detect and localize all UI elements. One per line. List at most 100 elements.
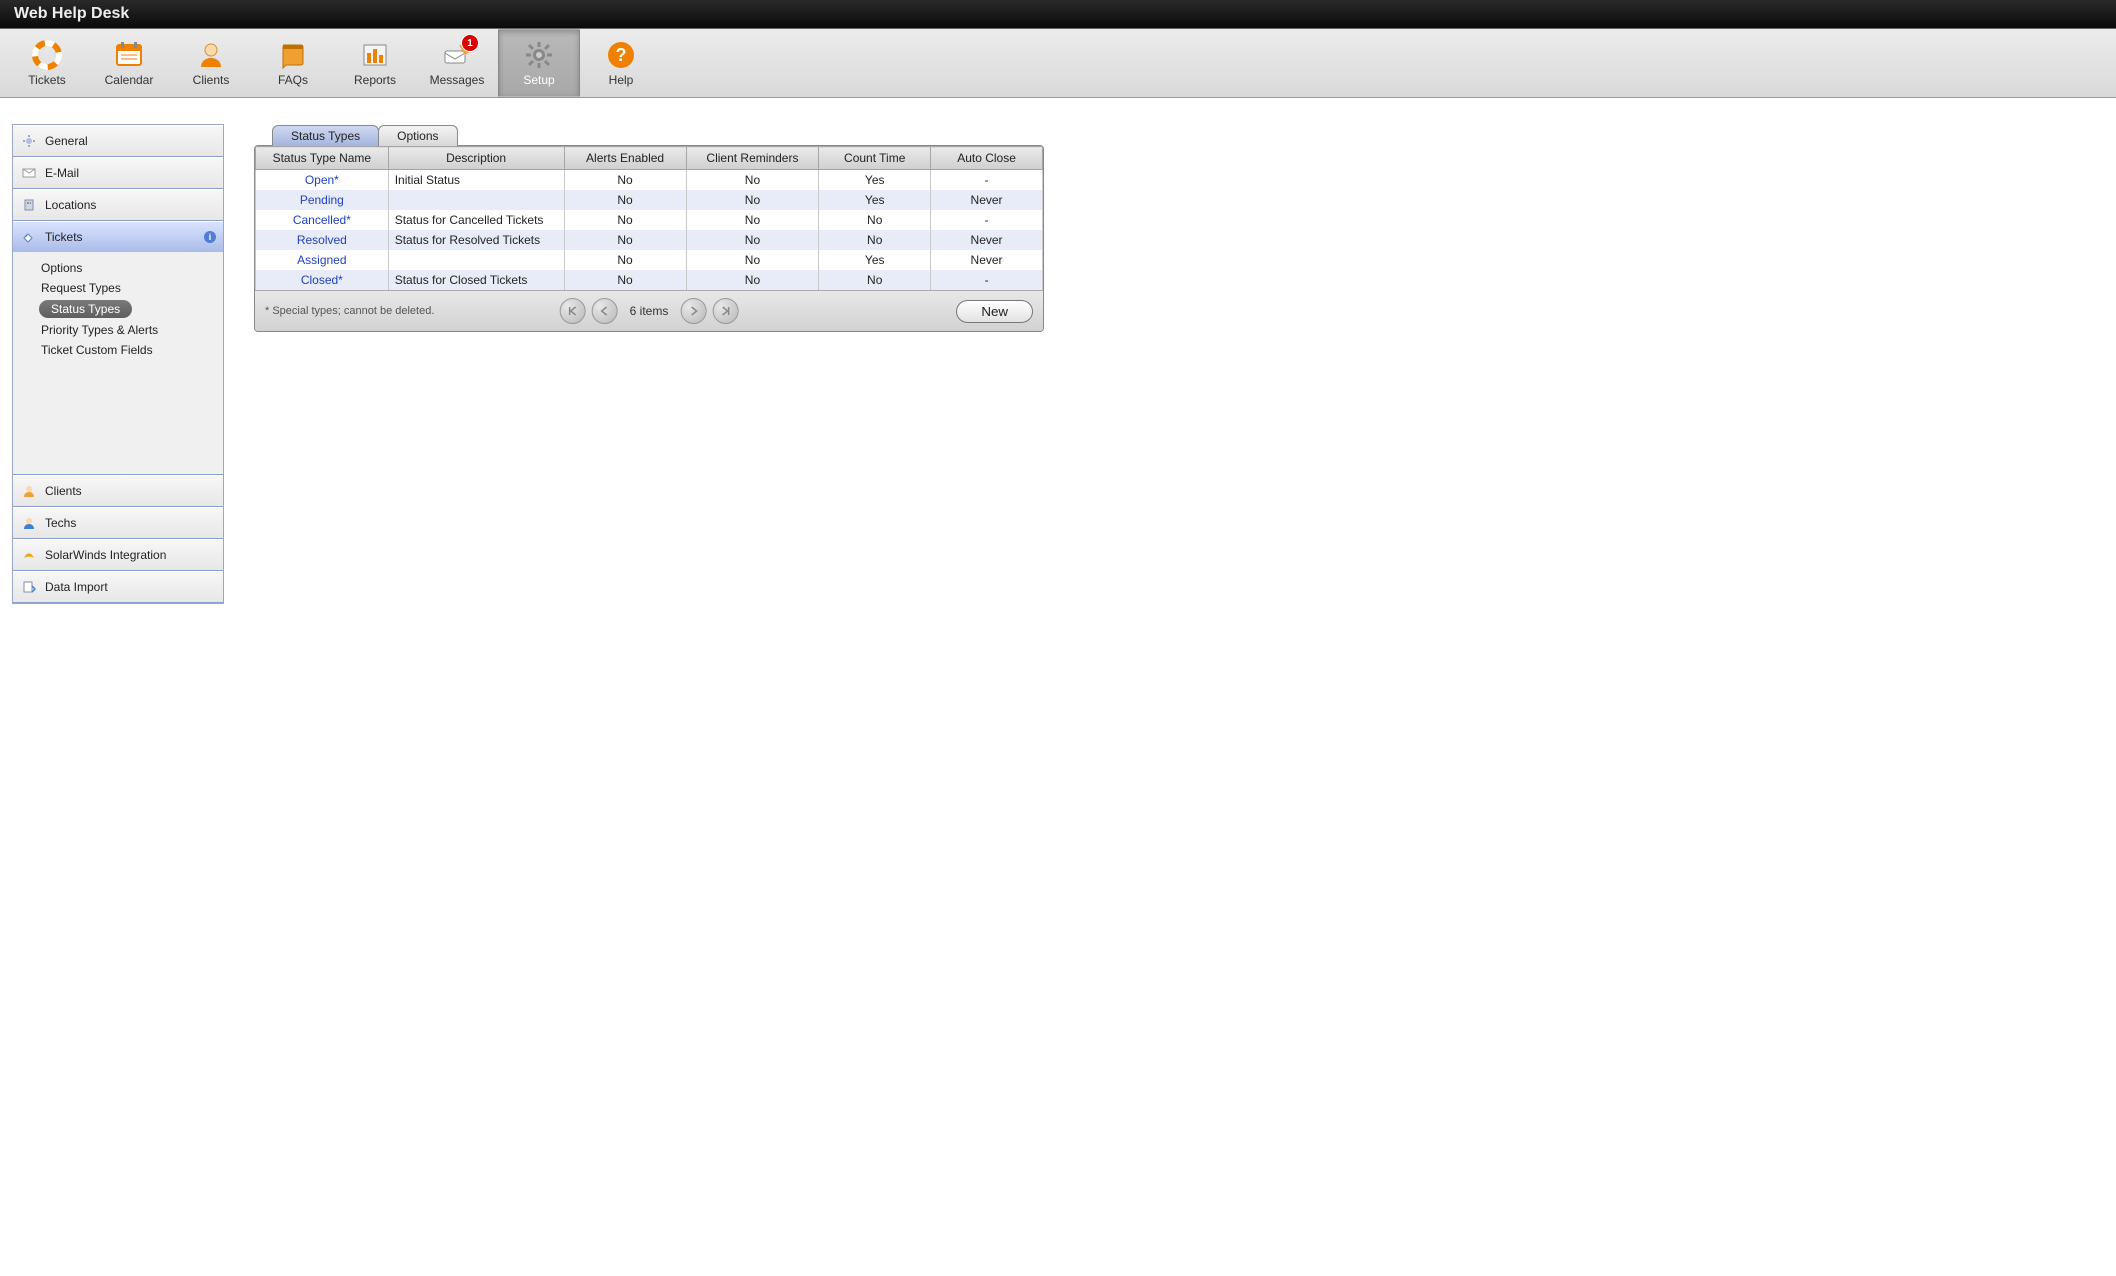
calendar-icon [113, 39, 145, 71]
pager: 6 items [560, 298, 739, 324]
general-icon [21, 133, 37, 149]
sidebar-clients[interactable]: Clients [13, 475, 223, 506]
cell-count: No [819, 210, 931, 230]
cell-alerts: No [564, 170, 686, 191]
status-link[interactable]: Resolved [297, 233, 347, 247]
svg-text:?: ? [616, 45, 627, 65]
toolbar-tickets[interactable]: Tickets [6, 29, 88, 97]
sidebar-label: Locations [45, 198, 96, 212]
cell-name: Cancelled* [256, 210, 389, 230]
cell-auto: - [931, 210, 1043, 230]
toolbar-reports[interactable]: Reports [334, 29, 416, 97]
status-link[interactable]: Cancelled* [293, 213, 351, 227]
sidebar-item-options[interactable]: Options [13, 258, 223, 278]
setup-icon [523, 39, 555, 71]
email-icon [21, 165, 37, 181]
cell-auto: Never [931, 190, 1043, 210]
col-description[interactable]: Description [388, 147, 564, 170]
toolbar-setup[interactable]: Setup [498, 29, 580, 97]
sidebar-item-request-types[interactable]: Request Types [13, 278, 223, 298]
toolbar-messages[interactable]: Messages1 [416, 29, 498, 97]
solarwinds-icon [21, 547, 37, 563]
sidebar-tickets[interactable]: Ticketsi [13, 221, 223, 252]
tab-status-types[interactable]: Status Types [272, 125, 379, 146]
main-tabs: Status TypesOptions [272, 124, 1044, 145]
main-toolbar: Tickets Calendar Clients FAQs Reports Message… [0, 28, 2116, 98]
status-link[interactable]: Assigned [297, 253, 346, 267]
cell-count: Yes [819, 170, 931, 191]
toolbar-clients[interactable]: Clients [170, 29, 252, 97]
toolbar-label: Messages [430, 73, 485, 87]
status-types-panel: Status Type NameDescriptionAlerts Enable… [254, 145, 1044, 332]
help-icon: ? [605, 39, 637, 71]
cell-desc [388, 190, 564, 210]
tab-options[interactable]: Options [378, 125, 457, 146]
status-link[interactable]: Closed* [301, 273, 343, 287]
first-page-button[interactable] [560, 298, 586, 324]
sidebar-item-ticket-custom-fields[interactable]: Ticket Custom Fields [13, 340, 223, 360]
clients-icon [21, 483, 37, 499]
sidebar-label: Clients [45, 484, 82, 498]
tickets-icon [21, 229, 37, 245]
cell-alerts: No [564, 210, 686, 230]
toolbar-label: Reports [354, 73, 396, 87]
table-row: ResolvedStatus for Resolved TicketsNoNoN… [256, 230, 1043, 250]
cell-reminders: No [686, 250, 819, 270]
status-link[interactable]: Open* [305, 173, 339, 187]
col-client-reminders[interactable]: Client Reminders [686, 147, 819, 170]
next-page-button[interactable] [680, 298, 706, 324]
col-status-type-name[interactable]: Status Type Name [256, 147, 389, 170]
cell-count: Yes [819, 250, 931, 270]
status-link[interactable]: Pending [300, 193, 344, 207]
table-row: Cancelled*Status for Cancelled TicketsNo… [256, 210, 1043, 230]
toolbar-label: Clients [193, 73, 230, 87]
table-row: PendingNoNoYesNever [256, 190, 1043, 210]
app-title: Web Help Desk [14, 5, 129, 23]
toolbar-label: Calendar [105, 73, 154, 87]
locations-icon [21, 197, 37, 213]
table-row: AssignedNoNoYesNever [256, 250, 1043, 270]
table-row: Closed*Status for Closed TicketsNoNoNo- [256, 270, 1043, 290]
sidebar-locations[interactable]: Locations [13, 189, 223, 220]
cell-desc: Status for Cancelled Tickets [388, 210, 564, 230]
col-alerts-enabled[interactable]: Alerts Enabled [564, 147, 686, 170]
cell-count: Yes [819, 190, 931, 210]
col-auto-close[interactable]: Auto Close [931, 147, 1043, 170]
prev-page-button[interactable] [592, 298, 618, 324]
cell-alerts: No [564, 190, 686, 210]
cell-name: Closed* [256, 270, 389, 290]
footer-note: * Special types; cannot be deleted. [265, 305, 434, 317]
cell-name: Assigned [256, 250, 389, 270]
cell-desc: Initial Status [388, 170, 564, 191]
sidebar-dataimport[interactable]: Data Import [13, 571, 223, 602]
cell-auto: Never [931, 230, 1043, 250]
toolbar-calendar[interactable]: Calendar [88, 29, 170, 97]
cell-alerts: No [564, 270, 686, 290]
cell-auto: - [931, 170, 1043, 191]
sidebar-general[interactable]: General [13, 125, 223, 156]
sidebar-item-status-types[interactable]: Status Types [39, 300, 132, 318]
toolbar-faqs[interactable]: FAQs [252, 29, 334, 97]
last-page-button[interactable] [712, 298, 738, 324]
cell-name: Pending [256, 190, 389, 210]
cell-desc [388, 250, 564, 270]
sidebar-email[interactable]: E-Mail [13, 157, 223, 188]
toolbar-help[interactable]: ? Help [580, 29, 662, 97]
cell-name: Resolved [256, 230, 389, 250]
cell-alerts: No [564, 230, 686, 250]
sidebar-label: SolarWinds Integration [45, 548, 166, 562]
cell-reminders: No [686, 170, 819, 191]
clients-icon [195, 39, 227, 71]
new-button[interactable]: New [956, 300, 1033, 323]
pager-count: 6 items [630, 304, 669, 318]
sidebar-techs[interactable]: Techs [13, 507, 223, 538]
sidebar-item-priority-types-alerts[interactable]: Priority Types & Alerts [13, 320, 223, 340]
status-types-table: Status Type NameDescriptionAlerts Enable… [255, 146, 1043, 290]
cell-count: No [819, 230, 931, 250]
toolbar-label: Help [609, 73, 634, 87]
sidebar-label: Data Import [45, 580, 108, 594]
sidebar-solarwinds[interactable]: SolarWinds Integration [13, 539, 223, 570]
col-count-time[interactable]: Count Time [819, 147, 931, 170]
cell-count: No [819, 270, 931, 290]
cell-reminders: No [686, 270, 819, 290]
